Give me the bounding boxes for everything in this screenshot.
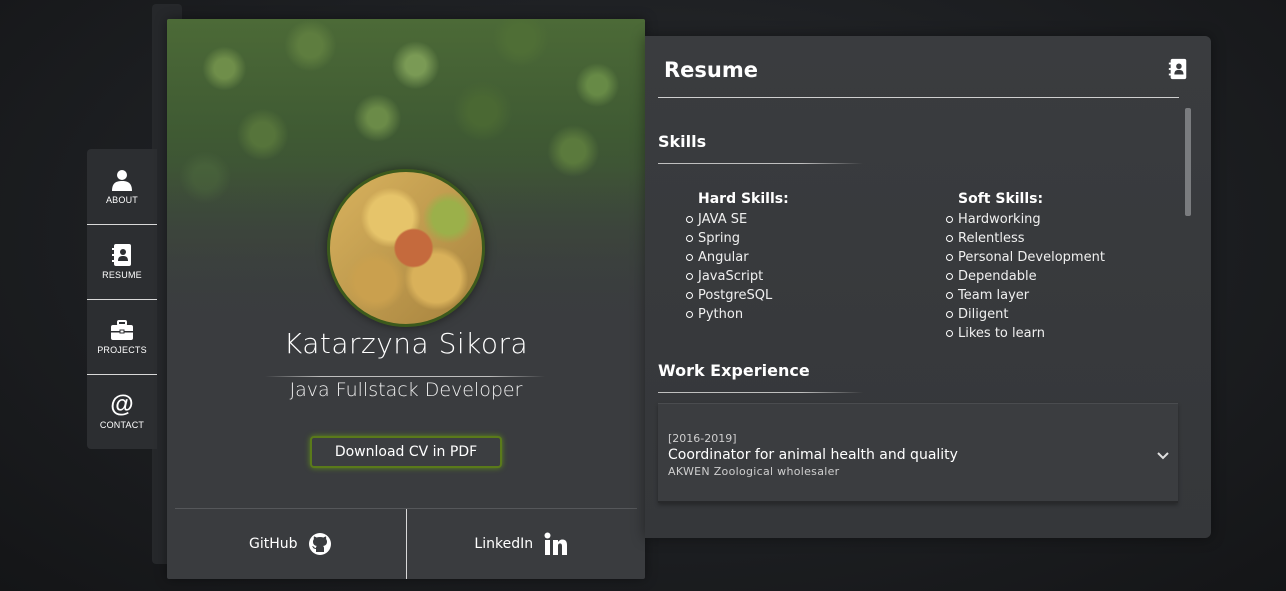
nav-item-resume[interactable]: RESUME <box>87 224 157 299</box>
linkedin-link[interactable]: LinkedIn <box>405 509 638 579</box>
job-date: [2016-2019] <box>668 432 737 445</box>
github-icon <box>308 533 331 555</box>
list-item: Angular <box>686 248 789 267</box>
soft-skills-column: Soft Skills: Hardworking Relentless Pers… <box>946 191 1105 343</box>
job-accordion-item[interactable]: [2016-2019] Coordinator for animal healt… <box>658 403 1178 503</box>
nav-item-contact[interactable]: @ CONTACT <box>87 374 157 449</box>
resume-header: Resume <box>658 54 1187 98</box>
list-item: Likes to learn <box>946 324 1105 343</box>
skills-divider <box>658 163 863 164</box>
hard-skills-column: Hard Skills: JAVA SE Spring Angular Java… <box>686 191 789 324</box>
avatar <box>327 169 485 327</box>
side-navigation: ABOUT RESUME PROJECTS @ CONTACT <box>87 149 157 449</box>
nav-label-contact: CONTACT <box>99 420 145 430</box>
name-divider <box>265 376 545 377</box>
list-item: Dependable <box>946 267 1105 286</box>
work-experience-title: Work Experience <box>658 361 810 380</box>
hard-skills-heading: Hard Skills: <box>698 191 789 207</box>
nav-label-about: ABOUT <box>105 195 138 205</box>
chevron-down-icon[interactable] <box>1156 448 1170 462</box>
work-divider <box>658 392 863 393</box>
list-item: Hardworking <box>946 210 1105 229</box>
soft-skills-list: Hardworking Relentless Personal Developm… <box>946 210 1105 343</box>
list-item: Personal Development <box>946 248 1105 267</box>
scrollbar-thumb[interactable] <box>1185 108 1191 216</box>
skills-title: Skills <box>658 132 707 151</box>
contact-book-icon <box>1168 58 1187 80</box>
nav-item-projects[interactable]: PROJECTS <box>87 299 157 374</box>
list-item: JavaScript <box>686 267 789 286</box>
github-label: GitHub <box>248 536 298 552</box>
job-title: Coordinator for animal health and qualit… <box>668 447 958 463</box>
list-item: PostgreSQL <box>686 286 789 305</box>
profile-name: Katarzyna Sikora <box>283 327 529 360</box>
nav-label-projects: PROJECTS <box>97 345 147 355</box>
download-cv-button[interactable]: Download CV in PDF <box>310 436 502 468</box>
resume-panel: Resume Skills Hard Skills: JAVA SE Sprin… <box>645 36 1211 538</box>
list-item: Spring <box>686 229 789 248</box>
contact-book-icon <box>112 244 131 266</box>
nav-label-resume: RESUME <box>102 270 142 280</box>
nav-item-about[interactable]: ABOUT <box>87 149 157 224</box>
social-links: GitHub LinkedIn <box>175 508 637 579</box>
soft-skills-heading: Soft Skills: <box>958 191 1044 207</box>
list-item: JAVA SE <box>686 210 789 229</box>
job-company: AKWEN Zoological wholesaler <box>668 465 840 478</box>
list-item: Diligent <box>946 305 1105 324</box>
github-link[interactable]: GitHub <box>175 509 406 579</box>
resume-title: Resume <box>664 58 758 82</box>
hard-skills-list: JAVA SE Spring Angular JavaScript Postgr… <box>686 210 789 324</box>
at-sign-icon: @ <box>110 391 134 418</box>
linkedin-label: LinkedIn <box>474 536 534 552</box>
person-icon <box>112 170 132 191</box>
list-item: Relentless <box>946 229 1105 248</box>
list-item: Team layer <box>946 286 1105 305</box>
linkedin-icon <box>544 532 568 555</box>
profile-subtitle: Java Fullstack Developer <box>289 379 523 401</box>
briefcase-icon <box>111 320 133 340</box>
profile-card: Katarzyna Sikora Java Fullstack Develope… <box>167 19 645 579</box>
list-item: Python <box>686 305 789 324</box>
